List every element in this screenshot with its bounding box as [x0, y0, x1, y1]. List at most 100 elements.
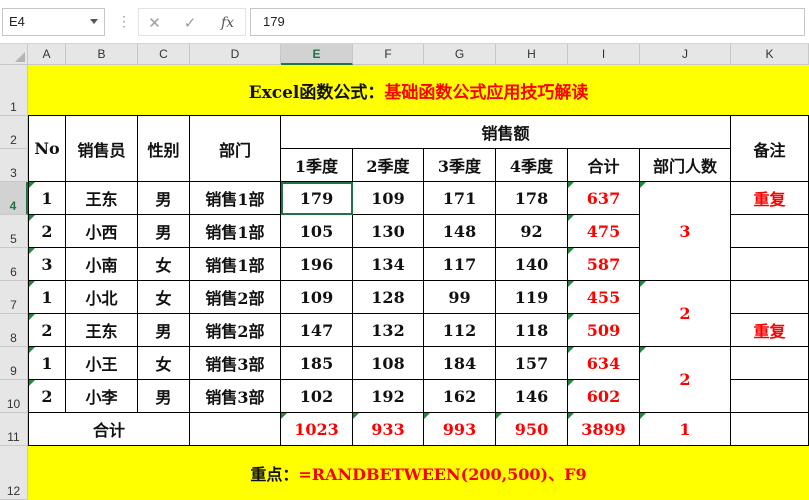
cell-dept[interactable]: 销售2部 — [190, 314, 281, 347]
cell-q4[interactable]: 157 — [496, 347, 568, 380]
cell-q2[interactable]: 109 — [353, 182, 424, 215]
total-remark-empty[interactable] — [731, 413, 809, 446]
cell-q3[interactable]: 99 — [424, 281, 496, 314]
cell-total[interactable]: 634 — [568, 347, 640, 380]
row-header-8[interactable]: 8 — [0, 314, 28, 347]
header-q4[interactable]: 4季度 — [496, 149, 568, 182]
header-q1[interactable]: 1季度 — [281, 149, 353, 182]
row-header-9[interactable]: 9 — [0, 347, 28, 380]
cell-dept[interactable]: 销售1部 — [190, 182, 281, 215]
sheet-title[interactable]: Excel函数公式： 基础函数公式应用技巧解读 — [28, 65, 809, 116]
cell-name[interactable]: 小西 — [66, 215, 138, 248]
column-header-b[interactable]: B — [66, 44, 138, 65]
row-header-3[interactable]: 3 — [0, 149, 28, 182]
cell-remark[interactable] — [731, 281, 809, 314]
cell-no[interactable]: 2 — [28, 380, 66, 413]
cell-q3[interactable]: 117 — [424, 248, 496, 281]
column-header-f[interactable]: F — [353, 44, 424, 65]
cell-dept[interactable]: 销售3部 — [190, 347, 281, 380]
cell-no[interactable]: 2 — [28, 215, 66, 248]
drag-handle-icon[interactable]: ⋮ — [117, 13, 131, 30]
cell-gender[interactable]: 男 — [138, 182, 190, 215]
cell-total[interactable]: 637 — [568, 182, 640, 215]
cell-name[interactable]: 王东 — [66, 182, 138, 215]
cell-q1[interactable]: 105 — [281, 215, 353, 248]
cell-gender[interactable]: 女 — [138, 248, 190, 281]
cell-q3[interactable]: 148 — [424, 215, 496, 248]
cell-name[interactable]: 小南 — [66, 248, 138, 281]
cell-gender[interactable]: 女 — [138, 281, 190, 314]
cell-total[interactable]: 602 — [568, 380, 640, 413]
cell-total[interactable]: 455 — [568, 281, 640, 314]
row-header-4[interactable]: 4 — [0, 182, 28, 215]
row-header-2[interactable]: 2 — [0, 116, 28, 149]
cell-gender[interactable]: 男 — [138, 314, 190, 347]
total-q2[interactable]: 933 — [353, 413, 424, 446]
cell-no[interactable]: 1 — [28, 347, 66, 380]
header-no[interactable]: No — [28, 116, 66, 182]
totals-label[interactable]: 合计 — [28, 413, 190, 446]
cell-name[interactable]: 小北 — [66, 281, 138, 314]
name-box[interactable]: E4 — [2, 8, 105, 36]
column-header-i[interactable]: I — [568, 44, 640, 65]
cell-q2[interactable]: 128 — [353, 281, 424, 314]
cell-q3[interactable]: 112 — [424, 314, 496, 347]
cell-dept[interactable]: 销售1部 — [190, 215, 281, 248]
cell-dept-count[interactable]: 3 — [640, 182, 731, 281]
cell-remark[interactable] — [731, 248, 809, 281]
header-remark[interactable]: 备注 — [731, 116, 809, 182]
header-total[interactable]: 合计 — [568, 149, 640, 182]
cell-dept-count[interactable]: 2 — [640, 281, 731, 347]
cell-q4[interactable]: 178 — [496, 182, 568, 215]
column-header-a[interactable]: A — [28, 44, 66, 65]
cell-q4[interactable]: 118 — [496, 314, 568, 347]
enter-icon[interactable]: ✓ — [170, 8, 210, 36]
cell-q1[interactable]: 185 — [281, 347, 353, 380]
cell-total[interactable]: 587 — [568, 248, 640, 281]
cell-q2[interactable]: 130 — [353, 215, 424, 248]
column-header-h[interactable]: H — [496, 44, 568, 65]
cell-dept[interactable]: 销售2部 — [190, 281, 281, 314]
header-salesperson[interactable]: 销售员 — [66, 116, 138, 182]
totals-dept-empty[interactable] — [190, 413, 281, 446]
cell-remark[interactable] — [731, 347, 809, 380]
column-header-d[interactable]: D — [190, 44, 281, 65]
cell-q1[interactable]: 109 — [281, 281, 353, 314]
cell-q4[interactable]: 119 — [496, 281, 568, 314]
cell-remark[interactable]: 重复 — [731, 314, 809, 347]
cell-q1-selected[interactable]: 179 — [281, 182, 353, 215]
cell-dept[interactable]: 销售1部 — [190, 248, 281, 281]
cell-q3[interactable]: 162 — [424, 380, 496, 413]
header-gender[interactable]: 性别 — [138, 116, 190, 182]
note-row[interactable]: 重点： =RANDBETWEEN(200,500)、F9 — [28, 446, 809, 500]
row-header-12[interactable]: 12 — [0, 446, 28, 500]
cell-dept-count[interactable]: 2 — [640, 347, 731, 413]
total-dept-count[interactable]: 1 — [640, 413, 731, 446]
column-header-j[interactable]: J — [640, 44, 731, 65]
cancel-icon[interactable]: ✕ — [138, 8, 170, 36]
row-header-10[interactable]: 10 — [0, 380, 28, 413]
formula-input[interactable]: 179 — [250, 8, 805, 36]
cell-q1[interactable]: 147 — [281, 314, 353, 347]
cell-remark[interactable] — [731, 215, 809, 248]
cell-remark[interactable] — [731, 380, 809, 413]
header-dept[interactable]: 部门 — [190, 116, 281, 182]
cell-name[interactable]: 王东 — [66, 314, 138, 347]
header-q2[interactable]: 2季度 — [353, 149, 424, 182]
column-header-g[interactable]: G — [424, 44, 496, 65]
select-all-button[interactable] — [0, 44, 28, 65]
cell-q4[interactable]: 92 — [496, 215, 568, 248]
total-q4[interactable]: 950 — [496, 413, 568, 446]
chevron-down-icon[interactable] — [90, 19, 98, 24]
header-q3[interactable]: 3季度 — [424, 149, 496, 182]
cell-gender[interactable]: 男 — [138, 380, 190, 413]
cell-no[interactable]: 2 — [28, 314, 66, 347]
cell-total[interactable]: 509 — [568, 314, 640, 347]
cell-q3[interactable]: 184 — [424, 347, 496, 380]
row-header-6[interactable]: 6 — [0, 248, 28, 281]
cell-no[interactable]: 3 — [28, 248, 66, 281]
column-header-k[interactable]: K — [731, 44, 809, 65]
cell-q4[interactable]: 140 — [496, 248, 568, 281]
cell-gender[interactable]: 男 — [138, 215, 190, 248]
cell-q1[interactable]: 196 — [281, 248, 353, 281]
